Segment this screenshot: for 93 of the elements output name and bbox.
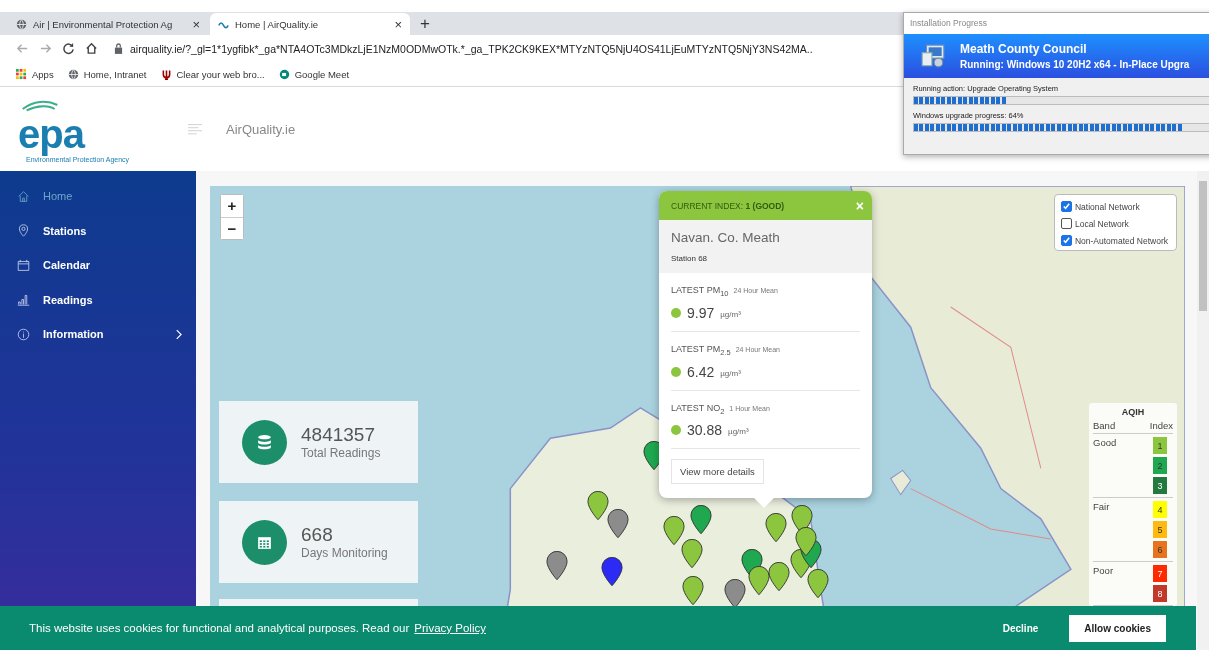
location-pin-icon bbox=[17, 224, 30, 238]
calendar-icon bbox=[17, 258, 30, 272]
close-tab-button[interactable]: × bbox=[192, 16, 200, 32]
reading-unit: µg/m³ bbox=[720, 309, 741, 319]
island-shape bbox=[890, 469, 912, 496]
index-label: CURRENT INDEX: 1 (GOOD) bbox=[671, 200, 785, 211]
stat-value: 4841357 bbox=[301, 424, 376, 446]
column-header: Band bbox=[1093, 420, 1116, 431]
index-swatch: 2 bbox=[1153, 457, 1167, 474]
index-swatch: 4 bbox=[1153, 501, 1167, 518]
checkbox[interactable] bbox=[1060, 235, 1072, 246]
index-swatch: 1 bbox=[1153, 437, 1167, 454]
lock-icon bbox=[114, 43, 123, 54]
home-icon[interactable] bbox=[85, 42, 98, 55]
scrollbar-thumb[interactable] bbox=[1199, 181, 1207, 311]
map-marker[interactable] bbox=[724, 579, 746, 609]
station-id: Station 68 bbox=[671, 254, 709, 263]
reading-unit: µg/m³ bbox=[720, 368, 741, 378]
bookmark-link[interactable]: Google Meet bbox=[278, 68, 350, 80]
band-label: Good bbox=[1093, 437, 1117, 450]
map-marker[interactable] bbox=[768, 562, 790, 592]
band-label: Poor bbox=[1093, 565, 1114, 578]
map-marker[interactable] bbox=[601, 557, 623, 587]
map-marker[interactable] bbox=[681, 539, 703, 569]
bookmark-link[interactable]: Clear your web bro... bbox=[160, 68, 265, 80]
browser-tab[interactable]: Home | AirQuality.ie × bbox=[210, 13, 410, 35]
reading-value: 9.97 bbox=[687, 304, 715, 321]
computer-icon bbox=[920, 43, 946, 69]
bookmark-link[interactable]: Apps bbox=[16, 68, 54, 80]
checkbox[interactable] bbox=[1060, 218, 1072, 229]
scrollbar[interactable] bbox=[1197, 171, 1209, 650]
map-marker[interactable] bbox=[690, 505, 712, 535]
decline-button[interactable]: Decline bbox=[996, 621, 1045, 635]
legend-title: AQIH bbox=[1120, 407, 1146, 417]
map-marker[interactable] bbox=[748, 566, 770, 596]
checkbox-label: National Network bbox=[1074, 201, 1140, 212]
checkbox-label: Non-Automated Network bbox=[1074, 235, 1168, 246]
nav-item[interactable]: Information bbox=[0, 317, 196, 352]
reading-title: LATEST PM$_{10}$ bbox=[671, 285, 729, 298]
reading-title: LATEST NO$_{2}$ bbox=[671, 402, 725, 416]
database-icon bbox=[256, 433, 273, 451]
index-swatch: 7 bbox=[1153, 565, 1167, 582]
index-swatch: 8 bbox=[1153, 585, 1167, 602]
bar-chart-icon bbox=[17, 293, 30, 307]
globe-icon bbox=[67, 68, 79, 80]
grid-icon bbox=[16, 68, 27, 80]
cookie-message: This website uses cookies for functional and analytical purposes. Read our bbox=[29, 622, 410, 634]
video-chat-icon bbox=[278, 68, 290, 80]
map-marker[interactable] bbox=[795, 527, 817, 557]
stat-label: Days Monitoring bbox=[301, 546, 388, 560]
station-name: Navan. Co. Meath bbox=[671, 230, 781, 245]
checkbox-label: Local Network bbox=[1074, 218, 1129, 229]
view-details-button[interactable]: View more details bbox=[671, 459, 764, 485]
home-icon bbox=[17, 189, 30, 203]
site-title: AirQuality.ie bbox=[226, 121, 296, 137]
stat-value: 668 bbox=[301, 524, 334, 546]
map-marker[interactable] bbox=[546, 551, 568, 581]
reading-unit: µg/m³ bbox=[728, 427, 749, 437]
band-label: Fair bbox=[1093, 501, 1110, 514]
close-tab-button[interactable]: × bbox=[394, 16, 402, 32]
nav-item[interactable]: Stations bbox=[0, 213, 196, 248]
info-icon bbox=[17, 327, 30, 341]
index-swatch: 5 bbox=[1153, 521, 1167, 538]
window-title: Installation Progress bbox=[904, 13, 1209, 34]
reload-icon[interactable] bbox=[62, 42, 75, 55]
privacy-policy-link[interactable]: Privacy Policy bbox=[414, 622, 486, 634]
trident-icon bbox=[160, 68, 172, 80]
organisation-name: Meath County Council bbox=[960, 42, 1088, 56]
index-swatch: 3 bbox=[1153, 477, 1167, 494]
map-marker[interactable] bbox=[765, 513, 787, 543]
map-marker[interactable] bbox=[607, 509, 629, 539]
map-marker[interactable] bbox=[682, 576, 704, 606]
logo-text: epa bbox=[18, 113, 84, 154]
new-tab-button[interactable]: + bbox=[412, 13, 438, 34]
index-swatch: 6 bbox=[1153, 541, 1167, 558]
map-marker[interactable] bbox=[587, 491, 609, 521]
map-marker[interactable] bbox=[807, 569, 829, 599]
map-marker[interactable] bbox=[663, 516, 685, 546]
checkbox[interactable] bbox=[1060, 201, 1072, 212]
reading-value: 30.88 bbox=[687, 422, 723, 439]
browser-tab[interactable]: Air | Environmental Protection Ag × bbox=[8, 13, 208, 35]
nav-item[interactable]: Calendar bbox=[0, 248, 196, 283]
globe-icon bbox=[16, 18, 27, 30]
reading-value: 6.42 bbox=[687, 363, 715, 380]
task-name: Running: Windows 10 20H2 x64 - In-Place Upgra bbox=[960, 59, 1190, 70]
allow-cookies-button[interactable]: Allow cookies bbox=[1069, 614, 1166, 642]
reading-title: LATEST PM$_{2.5}$ bbox=[671, 343, 731, 357]
nav-item[interactable]: Home bbox=[0, 179, 196, 214]
column-header: Index bbox=[1149, 420, 1173, 431]
nav-item[interactable]: Readings bbox=[0, 282, 196, 317]
stat-label: Total Readings bbox=[301, 446, 381, 460]
zoom-out-button[interactable]: − bbox=[221, 217, 243, 239]
bookmark-link[interactable]: Home, Intranet bbox=[67, 68, 147, 80]
